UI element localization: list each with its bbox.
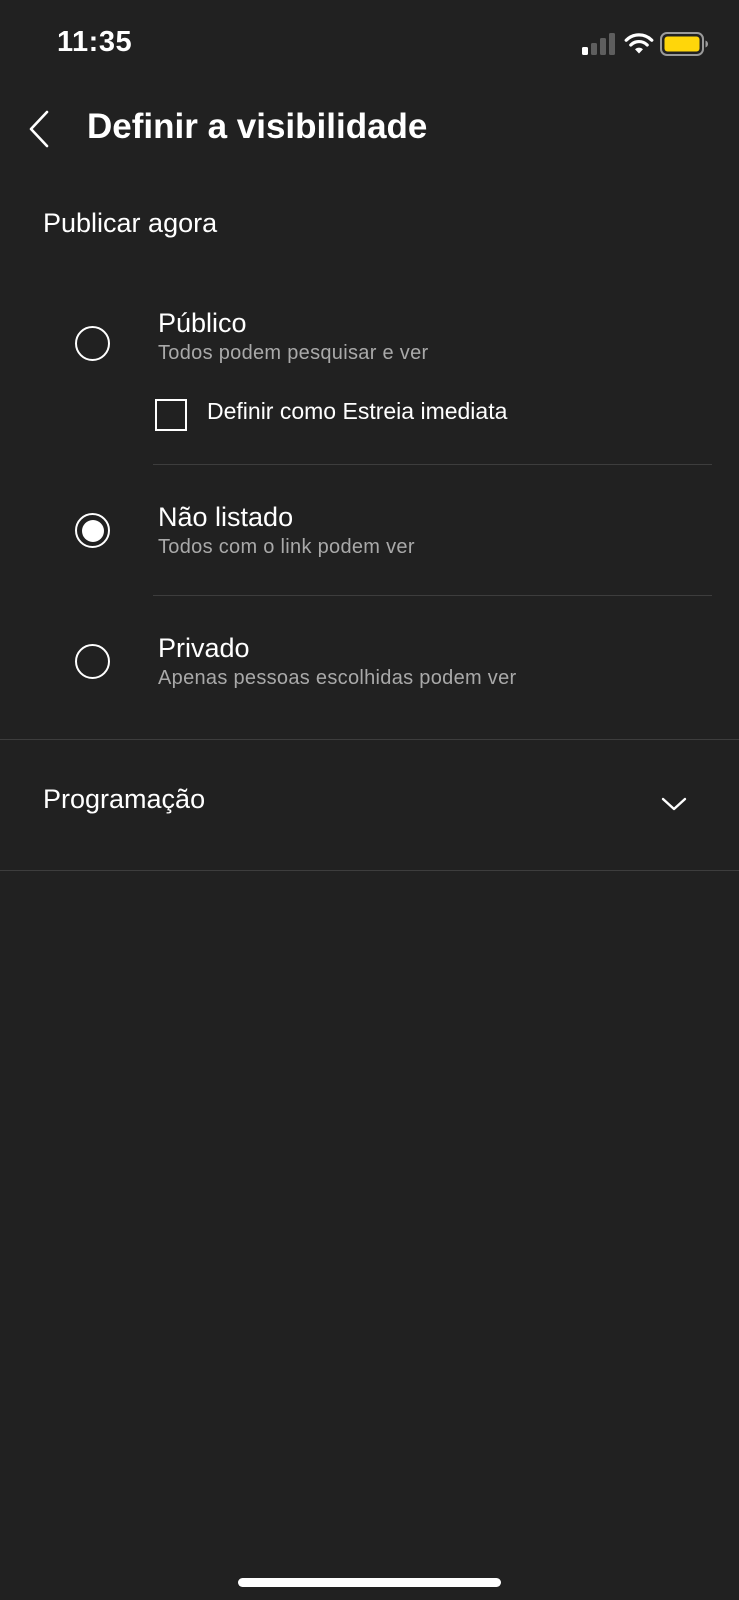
schedule-dropdown[interactable]: Programação <box>0 740 739 870</box>
divider <box>153 595 712 596</box>
battery-icon <box>660 32 708 56</box>
visibility-option-private[interactable]: Privado Apenas pessoas escolhidas podem … <box>0 626 739 706</box>
schedule-label: Programação <box>43 784 206 814</box>
radio-public[interactable] <box>75 326 110 361</box>
option-title-public: Público <box>158 308 247 338</box>
cellular-signal-icon <box>582 33 615 55</box>
chevron-down-icon <box>661 797 687 811</box>
option-description-private: Apenas pessoas escolhidas podem ver <box>158 667 517 689</box>
premiere-checkbox-label: Definir como Estreia imediata <box>207 398 508 424</box>
option-description-public: Todos podem pesquisar e ver <box>158 342 429 364</box>
home-indicator[interactable] <box>238 1578 501 1587</box>
option-title-private: Privado <box>158 633 250 663</box>
page-title: Definir a visibilidade <box>87 107 428 146</box>
wifi-icon <box>624 33 654 54</box>
back-button[interactable] <box>14 100 64 158</box>
premiere-checkbox[interactable] <box>155 399 187 431</box>
divider <box>153 464 712 465</box>
visibility-option-public[interactable]: Público Todos podem pesquisar e ver <box>0 300 739 380</box>
option-description-unlisted: Todos com o link podem ver <box>158 536 415 558</box>
option-title-unlisted: Não listado <box>158 502 294 532</box>
publish-now-heading: Publicar agora <box>43 208 218 238</box>
status-time: 11:35 <box>57 26 133 58</box>
visibility-option-unlisted[interactable]: Não listado Todos com o link podem ver <box>0 495 739 575</box>
divider <box>0 870 739 871</box>
chevron-left-icon <box>29 110 49 148</box>
app-header: Definir a visibilidade <box>0 90 739 168</box>
radio-unlisted[interactable] <box>75 513 110 548</box>
radio-private[interactable] <box>75 644 110 679</box>
status-bar: 11:35 <box>0 0 739 90</box>
